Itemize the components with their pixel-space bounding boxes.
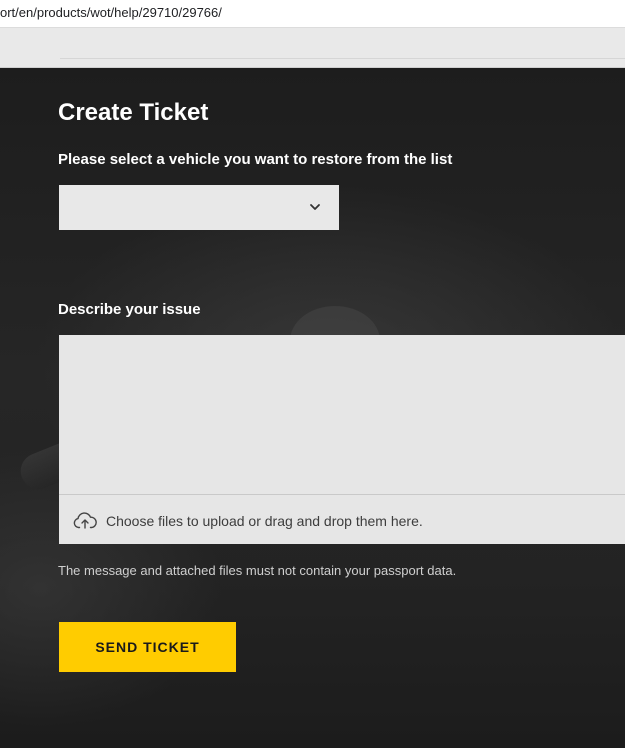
chevron-down-icon	[310, 204, 320, 210]
bookmark-bar	[60, 36, 625, 59]
vehicle-select[interactable]	[59, 185, 339, 230]
vehicle-select-label: Please select a vehicle you want to rest…	[58, 151, 453, 168]
send-ticket-button[interactable]: SEND TICKET	[59, 622, 236, 672]
browser-address-bar[interactable]: ort/en/products/wot/help/29710/29766/	[0, 0, 625, 28]
cloud-upload-icon	[73, 512, 97, 529]
file-upload-dropzone[interactable]: Choose files to upload or drag and drop …	[59, 494, 625, 544]
file-upload-text: Choose files to upload or drag and drop …	[106, 513, 423, 529]
page-title: Create Ticket	[58, 99, 209, 126]
describe-issue-label: Describe your issue	[58, 301, 201, 318]
browser-toolbar	[0, 28, 625, 68]
issue-description-textarea[interactable]	[59, 335, 625, 494]
passport-disclaimer: The message and attached files must not …	[58, 563, 457, 578]
url-text[interactable]: ort/en/products/wot/help/29710/29766/	[0, 5, 222, 20]
